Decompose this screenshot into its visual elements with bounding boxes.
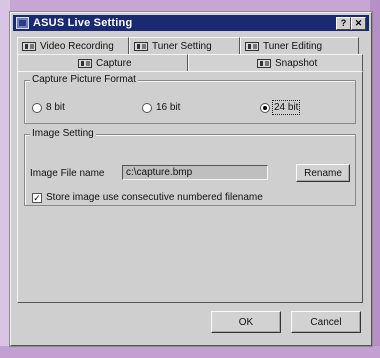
snapshot-panel: Capture Picture Format 8 bit 16 bit 24 b…	[17, 71, 363, 303]
ok-button[interactable]: OK	[211, 311, 281, 333]
tab-card-icon	[134, 41, 148, 51]
tab-card-icon	[257, 59, 271, 68]
tab-label: Tuner Setting	[152, 40, 212, 52]
tab-row-bottom: Capture Snapshot	[17, 54, 363, 72]
radio-button[interactable]	[32, 102, 42, 113]
settings-dialog: ASUS Live Setting ? ✕ Video Recording Tu…	[10, 12, 372, 346]
radio-16bit[interactable]: 16 bit	[142, 102, 180, 113]
image-file-field[interactable]: c:\capture.bmp	[122, 165, 268, 180]
tab-tuner-editing[interactable]: Tuner Editing	[240, 37, 359, 54]
tab-label: Snapshot	[275, 58, 318, 69]
tab-tuner-setting[interactable]: Tuner Setting	[129, 37, 240, 54]
tab-card-icon	[22, 41, 36, 51]
tab-row-top: Video Recording Tuner Setting Tuner Edit…	[17, 37, 359, 55]
tab-card-icon	[78, 58, 92, 68]
help-button[interactable]: ?	[336, 17, 351, 30]
background-bottom	[0, 346, 380, 358]
close-button[interactable]: ✕	[351, 17, 366, 30]
consecutive-filename-label: Store image use consecutive numbered fil…	[46, 192, 263, 203]
cancel-button[interactable]: Cancel	[291, 311, 361, 333]
rename-button[interactable]: Rename	[296, 164, 350, 182]
tab-card-icon	[245, 41, 259, 51]
close-icon: ✕	[354, 18, 363, 28]
title-bar[interactable]: ASUS Live Setting ? ✕	[13, 15, 369, 31]
tab-label: Tuner Editing	[263, 40, 323, 52]
radio-label: 24 bit	[271, 100, 301, 115]
radio-24bit[interactable]: 24 bit	[260, 100, 301, 115]
radio-8bit[interactable]: 8 bit	[32, 102, 65, 113]
background-left	[0, 0, 10, 358]
capture-format-title: Capture Picture Format	[30, 74, 138, 85]
radio-label: 8 bit	[46, 102, 65, 113]
radio-button[interactable]	[142, 102, 152, 113]
capture-format-group	[24, 80, 356, 124]
consecutive-filename-checkbox[interactable]: ✓	[32, 193, 42, 203]
tab-snapshot[interactable]: Snapshot	[188, 54, 363, 72]
app-icon	[16, 17, 29, 29]
tab-capture[interactable]: Capture	[17, 54, 188, 71]
image-file-label: Image File name	[30, 168, 105, 179]
radio-label: 16 bit	[156, 102, 181, 113]
window-title: ASUS Live Setting	[33, 17, 133, 29]
tab-label: Video Recording	[40, 40, 114, 52]
radio-button[interactable]	[260, 102, 270, 113]
image-setting-title: Image Setting	[30, 128, 96, 139]
tab-video-recording[interactable]: Video Recording	[17, 37, 129, 54]
tab-label: Capture	[96, 57, 132, 69]
